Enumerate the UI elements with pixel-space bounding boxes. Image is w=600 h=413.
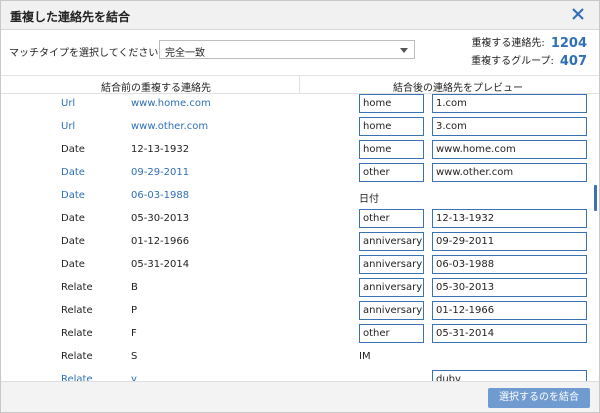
preview-value-field[interactable]: 1.com <box>432 94 587 113</box>
preview-type-field[interactable]: anniversary <box>359 278 424 297</box>
chevron-down-icon <box>400 48 408 53</box>
field-type: Url <box>61 121 76 132</box>
match-type-select[interactable]: 完全一致 <box>159 40 415 59</box>
field-type: Date <box>61 259 85 270</box>
field-value: 01-12-1966 <box>131 236 190 247</box>
preview-type-field[interactable]: anniversary <box>359 255 424 274</box>
scrollbar-thumb[interactable] <box>594 185 597 211</box>
field-value: 05-31-2014 <box>131 259 190 270</box>
field-value: 06-03-1988 <box>131 190 190 201</box>
table-row[interactable]: Relate S IM <box>1 346 591 369</box>
preview-type-field[interactable]: home <box>359 140 424 159</box>
preview-section-label: 日付 <box>359 194 379 205</box>
preview-section-label: IM <box>359 351 371 362</box>
field-value: 12-13-1932 <box>131 144 190 155</box>
preview-value-field[interactable]: 09-29-2011 <box>432 232 587 251</box>
duplicate-groups-label: 重複するグループ: <box>471 56 554 67</box>
preview-value-field[interactable]: 12-13-1932 <box>432 209 587 228</box>
field-value: S <box>131 351 138 362</box>
table-row[interactable]: Date 09-29-2011 other www.other.com <box>1 162 591 185</box>
field-type: Relate <box>61 328 93 339</box>
table-row[interactable]: Date 12-13-1932 home www.home.com <box>1 139 591 162</box>
contact-field-list[interactable]: Url www.home.com home 1.com Url www.other.com… <box>1 93 599 385</box>
field-value: 05-30-2013 <box>131 213 190 224</box>
footer: 選択するのを結合 <box>1 381 599 412</box>
duplicate-contacts-label: 重複する連絡先: <box>471 38 545 49</box>
preview-value-field[interactable]: www.home.com <box>432 140 587 159</box>
field-value: 09-29-2011 <box>131 167 190 178</box>
table-row[interactable]: Relate Panniversary 01-12-1966 <box>1 300 591 323</box>
preview-type-field[interactable]: home <box>359 94 424 113</box>
match-type-value: 完全一致 <box>165 48 205 59</box>
title-bar: 重複した連絡先を結合 <box>1 1 599 30</box>
table-row[interactable]: Date 06-03-1988 日付 <box>1 185 591 208</box>
preview-value-field[interactable]: 06-03-1988 <box>432 255 587 274</box>
table-row[interactable]: Relate Fother 05-31-2014 <box>1 323 591 346</box>
field-value: F <box>131 328 137 339</box>
duplicate-groups-stat: 重複するグループ: 407 <box>471 52 587 69</box>
column-headers: 結合前の重複する連絡先 結合後の連絡先をプレビュー <box>1 75 599 94</box>
preview-type-field[interactable]: anniversary <box>359 301 424 320</box>
field-type: Date <box>61 167 85 178</box>
column-header-before: 結合前の重複する連絡先 <box>101 83 211 94</box>
field-value: www.other.com <box>131 121 209 132</box>
match-type-label: マッチタイプを選択してください： <box>9 48 169 59</box>
preview-type-field[interactable]: other <box>359 163 424 182</box>
preview-type-field[interactable]: other <box>359 209 424 228</box>
column-header-preview: 結合後の連絡先をプレビュー <box>393 83 523 94</box>
merge-selected-button[interactable]: 選択するのを結合 <box>488 388 590 408</box>
preview-value-field[interactable]: 05-30-2013 <box>432 278 587 297</box>
field-value: P <box>131 305 138 316</box>
table-row[interactable]: Url www.other.com home 3.com <box>1 116 591 139</box>
field-value: B <box>131 282 138 293</box>
field-type: Relate <box>61 305 93 316</box>
column-divider <box>299 76 300 93</box>
table-row[interactable]: Relate Banniversary 05-30-2013 <box>1 277 591 300</box>
preview-type-field[interactable]: other <box>359 324 424 343</box>
duplicate-groups-count: 407 <box>559 54 587 69</box>
field-type: Relate <box>61 351 93 362</box>
close-icon[interactable] <box>571 4 589 24</box>
table-row[interactable]: Date 01-12-1966 anniversary 09-29-2011 <box>1 231 591 254</box>
dialog-title: 重複した連絡先を結合 <box>10 10 131 24</box>
preview-value-field[interactable]: 01-12-1966 <box>432 301 587 320</box>
field-type: Relate <box>61 282 93 293</box>
merge-dialog: 重複した連絡先を結合 マッチタイプを選択してください： 完全一致 重複する連絡先… <box>0 0 600 413</box>
field-value: www.home.com <box>131 98 211 109</box>
preview-value-field[interactable]: 05-31-2014 <box>432 324 587 343</box>
field-type: Date <box>61 144 85 155</box>
field-type: Date <box>61 190 85 201</box>
preview-type-field[interactable]: anniversary <box>359 232 424 251</box>
preview-value-field[interactable]: 3.com <box>432 117 587 136</box>
preview-value-field[interactable]: www.other.com <box>432 163 587 182</box>
field-type: Url <box>61 98 76 109</box>
field-type: Date <box>61 236 85 247</box>
table-row[interactable]: Date 05-31-2014 anniversary 06-03-1988 <box>1 254 591 277</box>
field-type: Date <box>61 213 85 224</box>
table-row[interactable]: Url www.home.com home 1.com <box>1 93 591 116</box>
table-row[interactable]: Date 05-30-2013 other 12-13-1932 <box>1 208 591 231</box>
duplicate-contacts-stat: 重複する連絡先: 1204 <box>471 34 587 51</box>
preview-type-field[interactable]: home <box>359 117 424 136</box>
duplicate-contacts-count: 1204 <box>550 36 587 51</box>
